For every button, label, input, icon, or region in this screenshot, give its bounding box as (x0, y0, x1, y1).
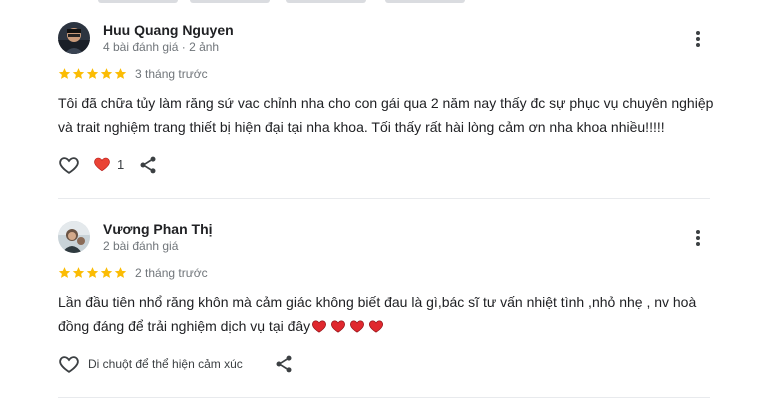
star-rating (58, 266, 127, 280)
star-icon (100, 267, 113, 278)
star-icon (114, 68, 127, 79)
avatar[interactable] (58, 22, 90, 54)
avatar[interactable] (58, 221, 90, 253)
star-icon (100, 68, 113, 79)
review-text: Lần đầu tiên nhổ răng khôn mà cảm giác k… (58, 290, 718, 338)
reviewer-meta: 2 bài đánh giá (103, 239, 179, 253)
heart-filled-icon (94, 157, 110, 172)
star-icon (86, 267, 99, 278)
reviewer-name[interactable]: Vương Phan Thị (103, 221, 213, 237)
review-card: Vương Phan Thị 2 bài đánh giá 2 tháng tr… (0, 200, 758, 400)
reviewer-name[interactable]: Huu Quang Nguyen (103, 22, 234, 38)
review-divider (58, 397, 710, 398)
review-divider (58, 198, 710, 199)
star-icon (58, 68, 71, 79)
heart-emoji-icon (312, 320, 327, 333)
more-options-button[interactable] (688, 228, 708, 248)
reaction-hint: Di chuột để thể hiện cảm xúc (88, 357, 243, 371)
share-button[interactable] (138, 155, 158, 175)
share-icon (140, 156, 156, 174)
review-time: 3 tháng trước (135, 67, 208, 81)
heart-emoji-icon (350, 320, 365, 333)
star-icon (72, 68, 85, 79)
like-button[interactable] (58, 154, 80, 176)
more-vert-icon (696, 230, 700, 246)
share-button[interactable] (274, 354, 294, 374)
more-options-button[interactable] (688, 29, 708, 49)
star-icon (86, 68, 99, 79)
share-icon (276, 355, 292, 373)
star-rating (58, 67, 127, 81)
heart-emoji-icon (331, 320, 346, 333)
like-button[interactable] (58, 353, 80, 375)
review-card: Huu Quang Nguyen 4 bài đánh giá · 2 ảnh … (0, 0, 758, 198)
reaction-count: 1 (117, 156, 125, 172)
heart-emoji-icon (369, 320, 384, 333)
more-vert-icon (696, 31, 700, 47)
inline-emoji-hearts (311, 318, 384, 333)
heart-outline-icon (59, 356, 79, 373)
star-icon (72, 267, 85, 278)
review-time: 2 tháng trước (135, 266, 208, 280)
reaction-summary[interactable]: 1 (93, 155, 124, 173)
review-text: Tôi đã chữa tủy làm răng sứ vac chỉnh nh… (58, 95, 714, 135)
star-icon (58, 267, 71, 278)
star-icon (114, 267, 127, 278)
reviewer-meta: 4 bài đánh giá · 2 ảnh (103, 40, 220, 54)
heart-outline-icon (59, 157, 79, 174)
